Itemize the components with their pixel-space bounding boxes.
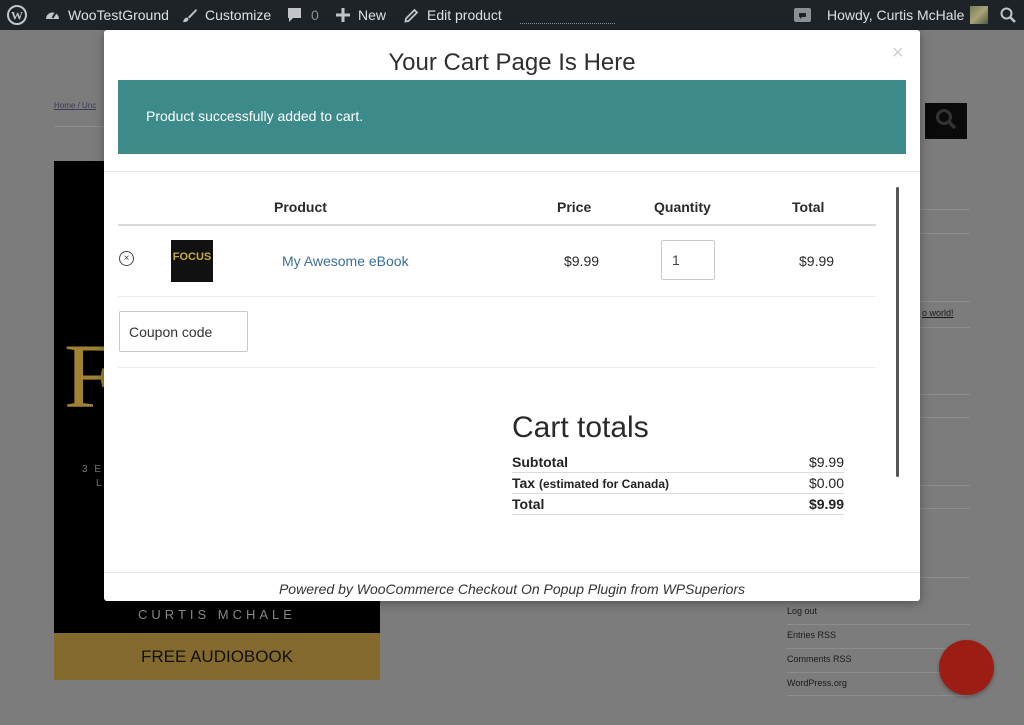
notification-icon[interactable] bbox=[794, 0, 811, 30]
column-header-product: Product bbox=[274, 199, 327, 215]
scrollbar[interactable] bbox=[896, 187, 899, 477]
svg-text:W: W bbox=[11, 9, 23, 23]
tax-label: Tax (estimated for Canada) bbox=[512, 475, 670, 491]
coupon-code-input[interactable] bbox=[119, 311, 248, 352]
comments-link[interactable]: 0 bbox=[287, 0, 319, 30]
success-notice-text: Product successfully added to cart. bbox=[146, 108, 364, 124]
cart-totals-title: Cart totals bbox=[512, 411, 649, 444]
row-divider bbox=[118, 367, 876, 368]
sidebar-divider bbox=[920, 233, 970, 234]
site-menu[interactable]: WooTestGround bbox=[44, 0, 169, 30]
avatar bbox=[970, 6, 989, 24]
pencil-icon bbox=[404, 8, 419, 23]
my-account-menu[interactable]: Howdy, Curtis McHale bbox=[827, 0, 989, 30]
modal-footer-divider bbox=[104, 572, 920, 573]
edit-product-label: Edit product bbox=[427, 6, 502, 23]
search-icon bbox=[935, 108, 957, 135]
column-header-total: Total bbox=[792, 199, 825, 215]
remove-item-icon[interactable]: × bbox=[119, 251, 134, 266]
quantity-input[interactable] bbox=[661, 240, 715, 280]
sidebar-divider bbox=[920, 209, 970, 210]
subtotal-label: Subtotal bbox=[512, 454, 568, 470]
cart-popup-modal: Your Cart Page Is Here × Product success… bbox=[104, 30, 920, 601]
floating-action-button[interactable] bbox=[939, 640, 994, 695]
sidebar-link-entries-rss[interactable]: Entries RSS bbox=[787, 630, 836, 640]
search-icon[interactable] bbox=[1000, 0, 1016, 30]
sidebar-link-wordpress-org[interactable]: WordPress.org bbox=[787, 678, 847, 688]
sidebar-divider bbox=[787, 648, 970, 649]
sidebar-divider bbox=[920, 301, 970, 302]
divider bbox=[54, 126, 106, 127]
plus-icon bbox=[336, 8, 350, 22]
wordpress-logo-icon[interactable]: W bbox=[7, 0, 27, 30]
new-content-link[interactable]: New bbox=[336, 0, 386, 30]
howdy-label: Howdy, Curtis McHale bbox=[827, 6, 965, 23]
sidebar-post-link[interactable]: o world! bbox=[922, 308, 954, 318]
plugin-credit: Powered by WooCommerce Checkout On Popup… bbox=[278, 581, 746, 597]
sidebar-divider bbox=[787, 695, 970, 696]
background-search-button[interactable] bbox=[925, 103, 967, 139]
total-value: $9.99 bbox=[808, 496, 844, 512]
modal-divider bbox=[104, 171, 920, 172]
success-notice: Product successfully added to cart. bbox=[118, 80, 906, 154]
totals-divider bbox=[512, 472, 844, 473]
book-author: CURTIS MCHALE bbox=[138, 607, 296, 622]
comment-icon bbox=[287, 7, 302, 23]
sidebar-divider bbox=[920, 394, 970, 395]
tax-note: (estimated for Canada) bbox=[538, 477, 670, 491]
close-icon[interactable]: × bbox=[892, 42, 904, 65]
sidebar-divider bbox=[920, 417, 970, 418]
sidebar-link-logout[interactable]: Log out bbox=[787, 606, 817, 616]
book-cover-subtitle: 3 E L bbox=[82, 464, 104, 489]
cart-content[interactable]: Product Price Quantity Total × FOCUS My … bbox=[118, 185, 892, 557]
new-label: New bbox=[358, 6, 387, 23]
column-header-price: Price bbox=[557, 199, 592, 215]
dashboard-icon bbox=[44, 7, 61, 24]
total-label: Total bbox=[512, 496, 545, 512]
sidebar-link-comments-rss[interactable]: Comments RSS bbox=[787, 654, 852, 664]
product-price: $9.99 bbox=[564, 253, 600, 269]
sidebar-divider bbox=[920, 508, 970, 509]
edit-product-link[interactable]: Edit product bbox=[404, 0, 502, 30]
tax-value: $0.00 bbox=[808, 475, 844, 491]
comments-count: 0 bbox=[311, 6, 319, 23]
sidebar-divider bbox=[920, 485, 970, 486]
customize-link[interactable]: Customize bbox=[181, 0, 271, 30]
breadcrumb[interactable]: Home / Unc bbox=[54, 101, 96, 110]
totals-divider bbox=[512, 514, 844, 515]
modal-title: Your Cart Page Is Here bbox=[388, 49, 636, 76]
sidebar-divider bbox=[920, 327, 970, 328]
customize-label: Customize bbox=[205, 6, 272, 23]
site-name: WooTestGround bbox=[68, 6, 169, 23]
product-name-link[interactable]: My Awesome eBook bbox=[282, 253, 409, 269]
product-total: $9.99 bbox=[799, 253, 835, 269]
sidebar-divider bbox=[787, 624, 970, 625]
product-thumbnail-text: FOCUS bbox=[172, 251, 212, 263]
product-thumbnail[interactable]: FOCUS bbox=[171, 240, 213, 282]
row-divider bbox=[118, 296, 876, 297]
admin-bar: W WooTestGround Customize 0 New Edit pro… bbox=[0, 0, 1024, 30]
column-header-quantity: Quantity bbox=[654, 199, 711, 215]
admin-bar-divider bbox=[520, 23, 615, 25]
brush-icon bbox=[181, 7, 198, 24]
table-header-divider bbox=[118, 224, 876, 226]
subtotal-value: $9.99 bbox=[808, 454, 844, 470]
totals-divider bbox=[512, 493, 844, 494]
free-audiobook-banner[interactable]: FREE AUDIOBOOK bbox=[54, 633, 380, 680]
